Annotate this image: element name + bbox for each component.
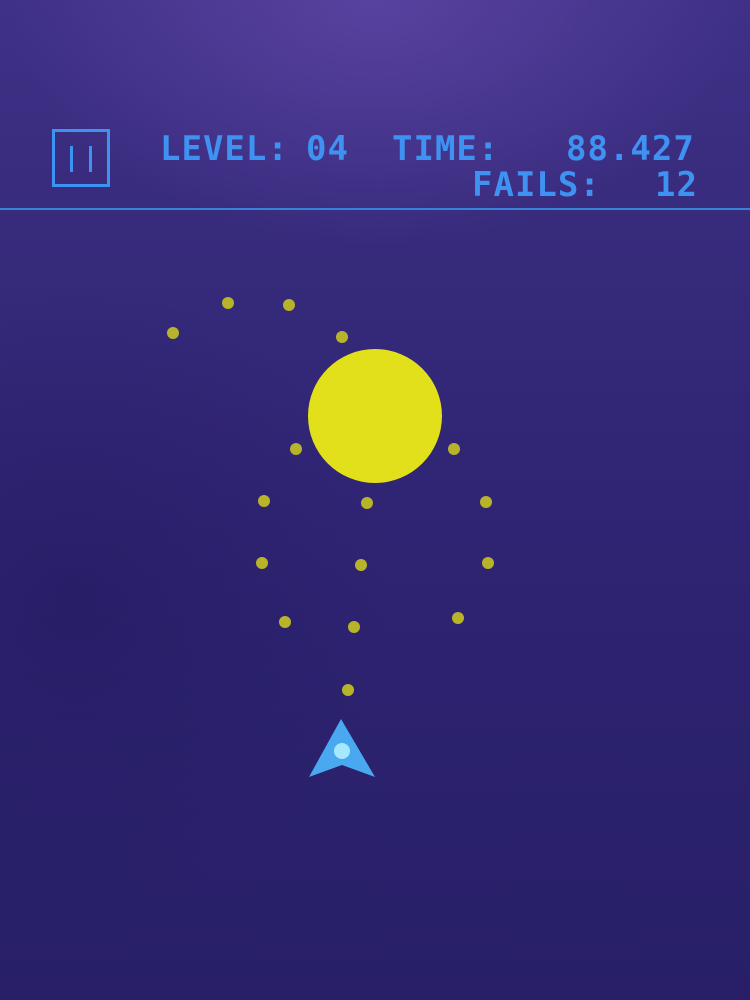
orbit-dot — [256, 557, 268, 569]
game-screen[interactable]: LEVEL: 04 TIME: 88.427 FAILS: 12 — [0, 0, 750, 1000]
orbit-dot — [342, 684, 354, 696]
orbit-dot — [283, 299, 295, 311]
playfield — [167, 297, 494, 777]
orbit-dot — [452, 612, 464, 624]
orbit-dot — [482, 557, 494, 569]
orbit-dot — [258, 495, 270, 507]
orbit-dot — [290, 443, 302, 455]
sun-orb — [308, 349, 442, 483]
orbit-dots — [167, 297, 494, 696]
orbit-dot — [348, 621, 360, 633]
orbit-dot — [355, 559, 367, 571]
orbit-dot — [167, 327, 179, 339]
orbit-dot — [448, 443, 460, 455]
orbit-dot — [222, 297, 234, 309]
orbit-dot — [480, 496, 492, 508]
player-ship[interactable] — [309, 719, 375, 777]
orbit-dot — [361, 497, 373, 509]
ship-core — [334, 743, 350, 759]
orbit-dot — [336, 331, 348, 343]
orbit-dot — [279, 616, 291, 628]
